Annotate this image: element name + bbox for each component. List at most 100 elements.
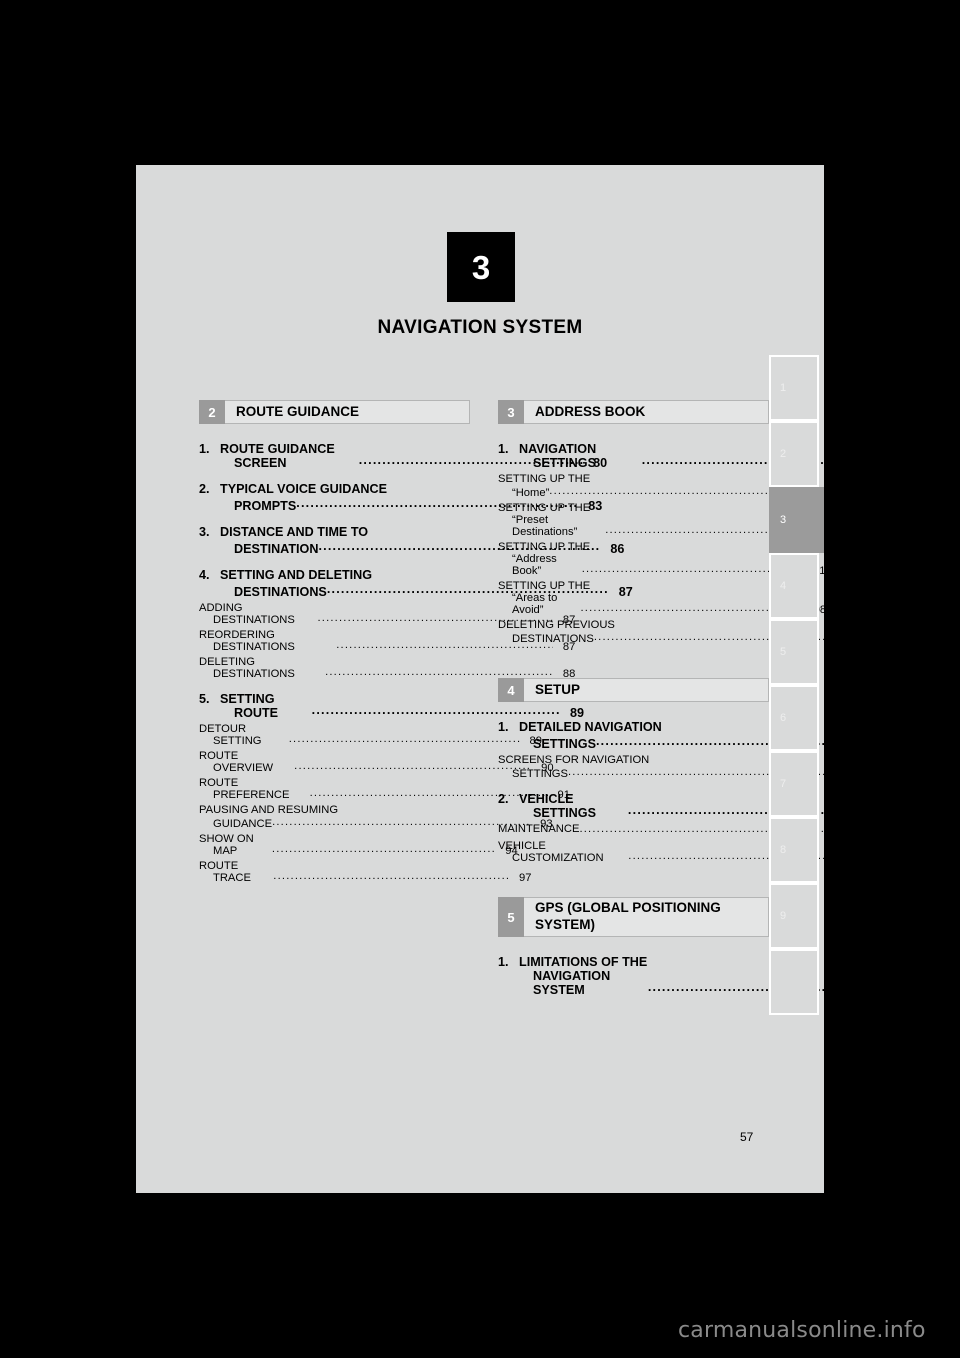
- toc-entry-title: DETAILED NAVIGATION SETTINGS.............…: [519, 720, 902, 751]
- toc-entry-number: 5.: [199, 692, 210, 706]
- toc-leader-dots: ........................................…: [641, 453, 878, 467]
- index-tab-7[interactable]: 7: [769, 751, 819, 817]
- toc-entry-page: 112: [856, 633, 875, 645]
- index-tab-label: 5: [780, 646, 787, 658]
- index-tab-8[interactable]: 8: [769, 817, 819, 883]
- index-tab-9[interactable]: 9: [769, 883, 819, 949]
- toc-entry-title: DELETING DESTINATIONS: [199, 656, 295, 680]
- section-number-badge: 2: [199, 400, 225, 424]
- toc-entry-sub[interactable]: ROUTE PREFERENCE........................…: [199, 777, 570, 801]
- toc-leader-dots: ........................................…: [271, 843, 496, 855]
- toc-entry-sub[interactable]: PAUSING AND RESUMING GUIDANCE............…: [199, 804, 553, 830]
- toc-entry-sub[interactable]: DELETING DESTINATIONS...................…: [199, 656, 575, 680]
- toc-entry-title: MAINTENANCE: [498, 823, 580, 835]
- index-tab-strip: 1 2 3 4 5 6 7 8 9: [769, 355, 824, 1015]
- toc-entry-page: 97: [518, 872, 532, 884]
- toc-entry-body: NAVIGATION SETTINGS.....................…: [519, 442, 902, 470]
- toc-entry-title-line: “Address Book”: [512, 553, 557, 577]
- toc-entry-page: 114: [881, 737, 903, 751]
- toc-entry-title-line: LIMITATIONS OF THE: [519, 955, 648, 969]
- chapter-title: NAVIGATION SYSTEM: [377, 317, 583, 338]
- toc-entry-sub[interactable]: SHOW ON MAP.............................…: [199, 833, 518, 857]
- toc-entry-sub[interactable]: SETTING UP THE “Preset Destinations”.....…: [498, 502, 858, 538]
- section-title: ADDRESS BOOK: [524, 400, 769, 424]
- toc-entry-main[interactable]: 4. SETTING AND DELETING DESTINATIONS......…: [199, 568, 633, 599]
- chapter-number-badge: 3: [447, 232, 515, 302]
- index-tab-label: 7: [780, 778, 787, 790]
- toc-entry-sub[interactable]: DETOUR SETTING..........................…: [199, 723, 542, 747]
- toc-entry-number: 3.: [199, 525, 210, 539]
- toc-entry-body: SHOW ON MAP.............................…: [199, 833, 518, 857]
- toc-entry-body: SETTING ROUTE...........................…: [220, 692, 584, 720]
- toc-leader-dots: ........................................…: [288, 733, 520, 745]
- toc-entry-main[interactable]: 1. NAVIGATION SETTINGS...................…: [498, 442, 902, 470]
- toc-entry-sub[interactable]: SETTING UP THE “Home”....................…: [498, 473, 830, 499]
- toc-leader-dots: ........................................…: [294, 760, 532, 772]
- toc-entry-sub[interactable]: SETTING UP THE “Areas to Avoid”..........…: [498, 580, 826, 616]
- toc-entry-page: 114: [830, 768, 849, 780]
- toc-entry-main[interactable]: 3. DISTANCE AND TIME TO DESTINATION.......…: [199, 525, 624, 556]
- toc-entry-title-line: PAUSING AND RESUMING: [199, 804, 339, 816]
- toc-entry-title-line: “Home”: [512, 487, 550, 499]
- toc-entry-body: LIMITATIONS OF THENAVIGATION SYSTEM.....…: [519, 955, 917, 997]
- toc-entry-sub[interactable]: SETTING UP THE “Address Book”............…: [498, 541, 838, 577]
- toc-entry-title-line: “Preset Destinations”: [512, 514, 578, 538]
- index-tab-label: 4: [780, 580, 787, 592]
- index-tab-4[interactable]: 4: [769, 553, 819, 619]
- toc-entry-body: DETOUR SETTING..........................…: [199, 723, 542, 747]
- index-tab-blank[interactable]: [769, 949, 819, 1015]
- toc-entry-sub[interactable]: ROUTE OVERVIEW..........................…: [199, 750, 554, 774]
- screenshot-root: 3 NAVIGATION SYSTEM 2 ROUTE GUIDANCE 1. ROU…: [0, 0, 960, 1358]
- toc-leader-dots: ........................................…: [311, 703, 560, 717]
- section-number-badge: 5: [498, 897, 524, 937]
- index-tab-label: 2: [780, 448, 787, 460]
- toc-entry-title: ADDING DESTINATIONS: [199, 602, 295, 626]
- toc-entry-body: DETAILED NAVIGATION SETTINGS.............…: [519, 720, 902, 751]
- toc-entry-main[interactable]: 2. VEHICLE SETTINGS......................…: [498, 792, 903, 820]
- toc-entry-body: ROUTE PREFERENCE........................…: [199, 777, 570, 801]
- toc-entry-sub[interactable]: REORDERING DESTINATIONS.................…: [199, 629, 575, 653]
- section-title: ROUTE GUIDANCE: [225, 400, 470, 424]
- toc-entry-page: 101: [839, 526, 859, 538]
- toc-entry-sub[interactable]: ADDING DESTINATIONS.....................…: [199, 602, 575, 626]
- toc-entry-title: DETOUR SETTING: [199, 723, 262, 747]
- toc-entry-main[interactable]: 1. DETAILED NAVIGATION SETTINGS...........…: [498, 720, 902, 751]
- index-tab-label: 6: [780, 712, 787, 724]
- index-tab-3[interactable]: 3: [769, 487, 824, 553]
- section-header-3[interactable]: 3 ADDRESS BOOK: [498, 400, 769, 424]
- toc-entry-main[interactable]: 5. SETTING ROUTE.........................…: [199, 692, 584, 720]
- section-title: GPS (GLOBAL POSITIONING SYSTEM): [524, 897, 769, 937]
- index-tab-1[interactable]: 1: [769, 355, 819, 421]
- toc-columns: 2 ROUTE GUIDANCE 1. ROUTE GUIDANCE SCREEN..…: [199, 400, 917, 1000]
- index-tab-label: 8: [780, 844, 787, 856]
- manual-page: 3 NAVIGATION SYSTEM 2 ROUTE GUIDANCE 1. ROU…: [136, 165, 917, 1193]
- index-tab-6[interactable]: 6: [769, 685, 819, 751]
- toc-leader-dots: ........................................…: [273, 870, 510, 882]
- toc-entry-page: 122: [881, 806, 903, 820]
- toc-entry-main[interactable]: 1. LIMITATIONS OF THENAVIGATION SYSTEM...…: [498, 955, 917, 997]
- toc-left-column: 2 ROUTE GUIDANCE 1. ROUTE GUIDANCE SCREEN..…: [199, 400, 633, 1000]
- toc-entry-body: VEHICLE SETTINGS........................…: [519, 792, 903, 820]
- toc-entry-sub[interactable]: SCREENS FOR NAVIGATION SETTINGS..........…: [498, 754, 848, 780]
- toc-entry-title-line: DESTINATIONS: [234, 585, 327, 599]
- index-tab-5[interactable]: 5: [769, 619, 819, 685]
- toc-leader-dots: ........................................…: [595, 734, 878, 748]
- toc-entry-page: 127: [866, 852, 885, 864]
- toc-entry-title: LIMITATIONS OF THENAVIGATION SYSTEM.....…: [519, 955, 917, 997]
- toc-entry-sub[interactable]: DELETING PREVIOUS DESTINATIONS...........…: [498, 619, 874, 645]
- toc-entry-page: 89: [570, 706, 585, 720]
- toc-entry-main[interactable]: 2. TYPICAL VOICE GUIDANCE PROMPTS.........…: [199, 482, 602, 513]
- section-header-5[interactable]: 5 GPS (GLOBAL POSITIONING SYSTEM): [498, 897, 769, 937]
- toc-entry-title-line: SETTINGS: [512, 768, 568, 780]
- toc-entry-number: 4.: [199, 568, 210, 582]
- section-header-2[interactable]: 2 ROUTE GUIDANCE: [199, 400, 470, 424]
- toc-leader-dots: ........................................…: [309, 787, 548, 799]
- watermark: carmanualsonline.info: [678, 1318, 926, 1343]
- toc-entry-sub[interactable]: MAINTENANCE.............................…: [498, 823, 861, 837]
- toc-entry-sub[interactable]: VEHICLE CUSTOMIZATION...................…: [498, 840, 885, 864]
- index-tab-2[interactable]: 2: [769, 421, 819, 487]
- toc-entry-title: SETTING ROUTE: [220, 692, 279, 720]
- toc-entry-main[interactable]: 1. ROUTE GUIDANCE SCREEN.................…: [199, 442, 607, 470]
- toc-entry-sub[interactable]: ROUTE TRACE.............................…: [199, 860, 531, 884]
